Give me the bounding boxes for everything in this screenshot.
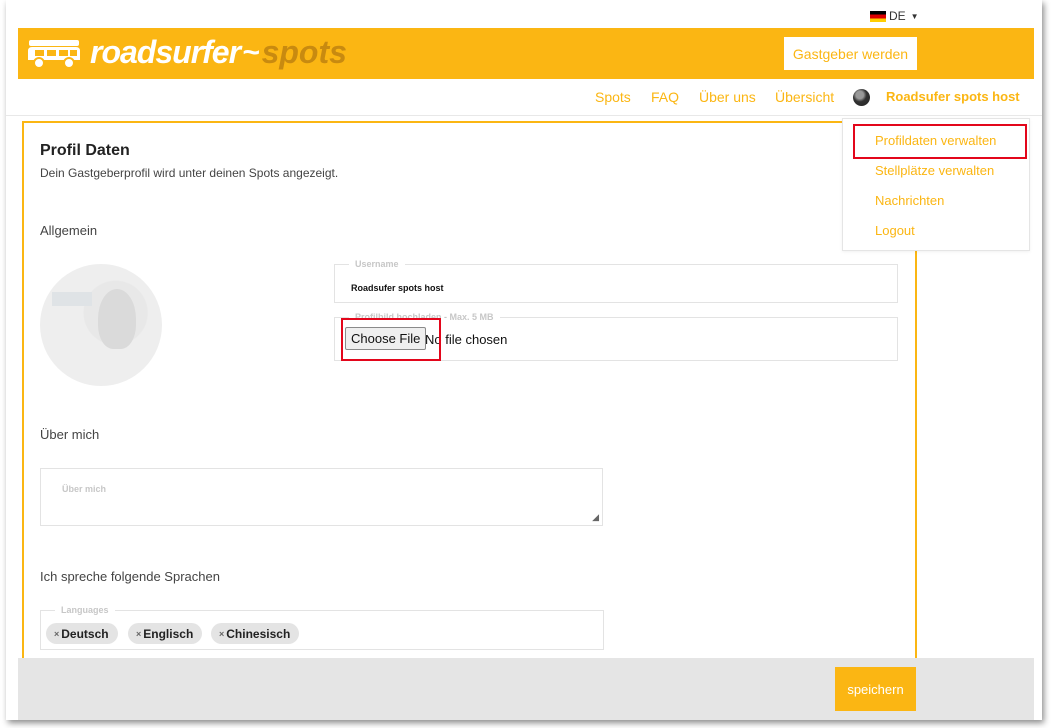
language-code: DE [889, 9, 906, 23]
save-button[interactable]: speichern [835, 667, 916, 711]
wave-icon: ~ [242, 35, 260, 69]
languages-select[interactable]: Languages × Deutsch × Englisch × Chinesisch [40, 605, 604, 650]
upload-label: Profilbild hochladen - Max. 5 MB [349, 312, 500, 322]
profile-image-upload-field: Profilbild hochladen - Max. 5 MB Choose … [334, 312, 898, 361]
nav-link-about[interactable]: Über uns [699, 89, 756, 105]
username-label: Username [349, 259, 405, 269]
menu-item-profile-data[interactable]: Profildaten verwalten [875, 133, 996, 148]
germany-flag-icon [870, 10, 886, 22]
remove-icon[interactable]: × [219, 629, 224, 639]
page-subtitle: Dein Gastgeberprofil wird unter deinen S… [40, 166, 339, 180]
choose-file-button[interactable]: Choose File [345, 327, 427, 350]
section-about-heading: Über mich [40, 427, 100, 442]
browser-page: DE ▼ roadsurfer ~ spots Gastgeber werden… [6, 0, 1042, 720]
section-general-heading: Allgemein [40, 223, 98, 238]
main-nav: Spots FAQ Über uns Übersicht Roadsufer s… [6, 80, 1042, 116]
become-host-button[interactable]: Gastgeber werden [784, 37, 917, 70]
van-icon [28, 39, 80, 69]
nav-link-faq[interactable]: FAQ [651, 89, 679, 105]
remove-icon[interactable]: × [54, 629, 59, 639]
file-status-text: No file chosen [425, 332, 508, 347]
profile-card: Profil Daten Dein Gastgeberprofil wird u… [22, 121, 917, 681]
menu-item-spots[interactable]: Stellplätze verwalten [875, 163, 994, 178]
language-chip-englisch[interactable]: × Englisch [128, 623, 203, 644]
language-bar: DE ▼ [6, 0, 1042, 30]
language-chip-label: Deutsch [61, 626, 109, 641]
language-chip-label: Englisch [143, 626, 194, 641]
username-field[interactable]: Username Roadsufer spots host [334, 259, 898, 303]
username-value: Roadsufer spots host [351, 283, 444, 293]
profile-dropdown-menu: Profildaten verwalten Stellplätze verwal… [842, 118, 1030, 251]
about-me-placeholder: Über mich [62, 484, 107, 494]
language-chip-deutsch[interactable]: × Deutsch [46, 623, 118, 644]
page-title: Profil Daten [40, 142, 130, 159]
language-chip-chinesisch[interactable]: × Chinesisch [211, 623, 300, 644]
language-selector[interactable]: DE ▼ [870, 9, 919, 23]
language-chip-label: Chinesisch [226, 626, 291, 641]
site-header: roadsurfer ~ spots Gastgeber werden [18, 28, 1034, 79]
caret-down-icon: ▼ [910, 11, 919, 21]
user-menu-toggle[interactable]: Roadsufer spots host [886, 89, 1020, 104]
nav-link-spots[interactable]: Spots [595, 89, 631, 105]
menu-item-logout[interactable]: Logout [875, 223, 915, 238]
form-footer: speichern [18, 658, 1034, 720]
logo-text-spots: spots [261, 34, 347, 70]
nav-link-overview[interactable]: Übersicht [775, 89, 834, 105]
logo[interactable]: roadsurfer ~ spots [26, 34, 347, 71]
profile-picture [40, 264, 162, 386]
logo-text-roadsurfer: roadsurfer [90, 34, 241, 70]
section-languages-heading: Ich spreche folgende Sprachen [40, 569, 220, 584]
languages-label: Languages [55, 605, 115, 615]
user-avatar[interactable] [853, 89, 870, 106]
resize-grip-icon[interactable]: ◢ [592, 512, 599, 523]
menu-item-messages[interactable]: Nachrichten [875, 193, 944, 208]
about-me-textarea[interactable]: Über mich ◢ [40, 468, 603, 526]
remove-icon[interactable]: × [136, 629, 141, 639]
